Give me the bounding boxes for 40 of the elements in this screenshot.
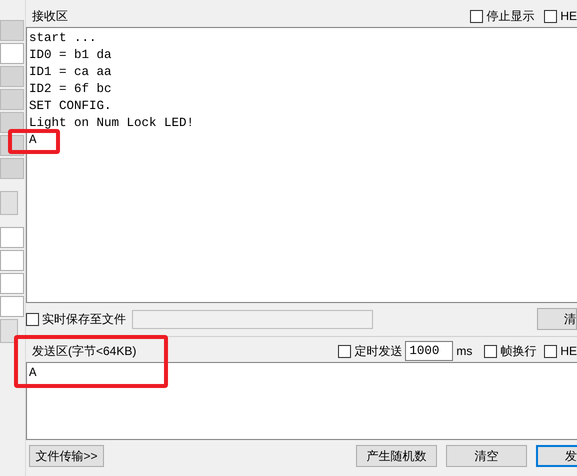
cut-off-control <box>0 191 18 215</box>
checkbox-label: 帧换行 <box>500 343 536 360</box>
file-path-field[interactable] <box>132 310 373 328</box>
cut-off-control <box>0 296 24 317</box>
output-line: ID2 = 6f bc <box>29 81 113 98</box>
section-title: 发送区(字节<64KB) <box>32 343 136 360</box>
receive-text-area[interactable]: start ... ID0 = b1 da ID1 = ca aa ID2 = 6f bc SET CONFIG. Light on Num Lock LED! A <box>26 27 577 303</box>
checkbox[interactable] <box>484 344 498 358</box>
output-line: start ... <box>29 30 98 47</box>
section-title: 接收区 <box>32 8 68 25</box>
file-transfer-button[interactable]: 文件传输>> <box>29 445 104 467</box>
input-line: A <box>29 365 38 382</box>
output-line: ID1 = ca aa <box>29 64 113 81</box>
checkbox[interactable] <box>470 10 484 22</box>
clear-button[interactable]: 清 <box>537 308 577 330</box>
cut-off-control <box>0 227 24 248</box>
checkbox-label: HE <box>560 8 577 25</box>
checkbox-label: 实时保存至文件 <box>42 311 126 328</box>
output-line: ID0 = b1 da <box>29 47 113 64</box>
send-button[interactable]: 发 <box>536 445 577 467</box>
checkbox[interactable] <box>544 10 558 22</box>
highlight-frame <box>8 129 60 154</box>
checkbox-label: 停止显示 <box>486 8 534 25</box>
output-line: SET CONFIG. <box>29 98 113 115</box>
interval-field[interactable]: 1000 <box>405 341 454 361</box>
checkbox[interactable] <box>26 312 39 326</box>
clear-button[interactable]: 清空 <box>446 445 527 467</box>
unit-label: ms <box>456 343 472 360</box>
checkbox[interactable] <box>544 344 558 358</box>
cut-off-control <box>0 250 24 271</box>
cut-off-control <box>0 43 24 64</box>
checkbox-label: 定时发送 <box>354 343 402 360</box>
output-line: A <box>29 132 38 149</box>
cut-off-control <box>0 273 24 294</box>
output-line: Light on Num Lock LED! <box>29 115 196 132</box>
cut-off-control <box>0 319 18 343</box>
checkbox[interactable] <box>338 344 352 358</box>
random-button[interactable]: 产生随机数 <box>356 445 437 467</box>
checkbox-label: HE <box>560 343 577 360</box>
send-text-area[interactable]: A <box>26 362 577 440</box>
